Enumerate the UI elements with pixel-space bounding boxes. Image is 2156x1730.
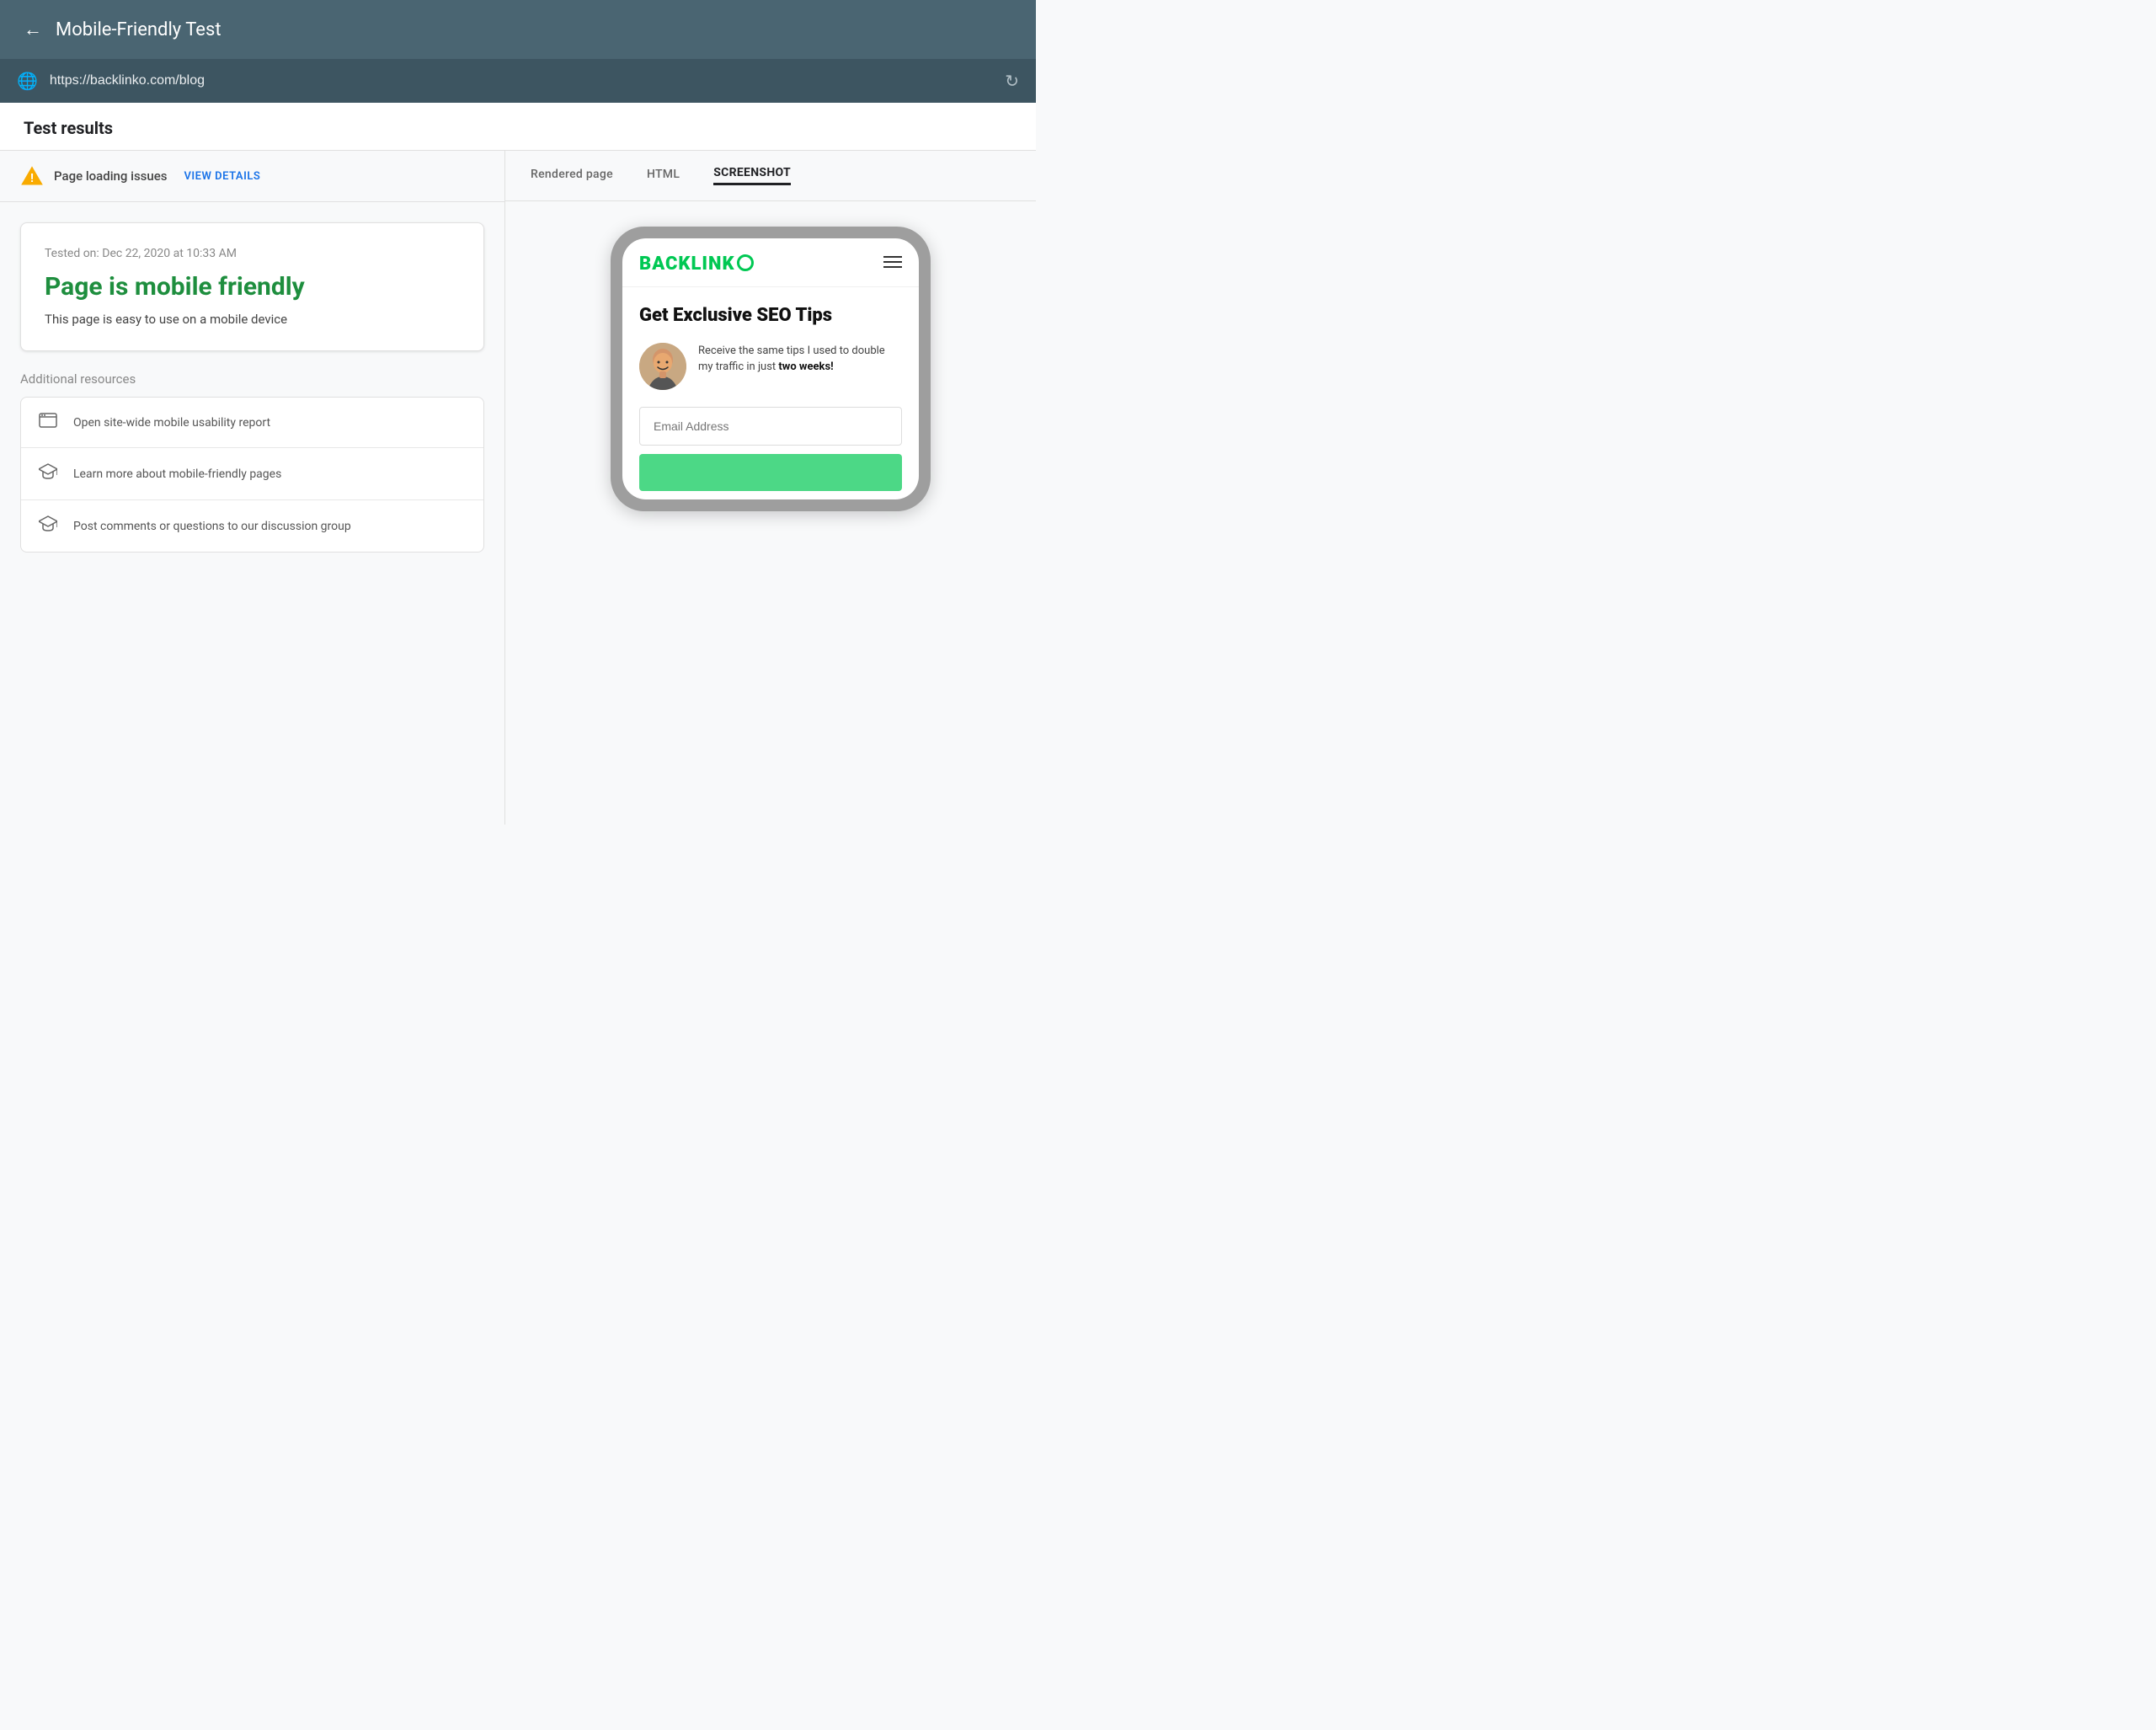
issues-text: Page loading issues bbox=[54, 168, 167, 184]
logo-o-circle bbox=[737, 254, 754, 271]
phone-area: BACKLINK Get Exclusive SEO Tips bbox=[505, 201, 1036, 537]
cta-button[interactable] bbox=[639, 454, 902, 491]
phone-headline: Get Exclusive SEO Tips bbox=[639, 304, 902, 328]
refresh-icon[interactable]: ↻ bbox=[1005, 71, 1019, 91]
main-content: ! Page loading issues VIEW DETAILS Teste… bbox=[0, 151, 1036, 825]
test-date: Tested on: Dec 22, 2020 at 10:33 AM bbox=[45, 247, 460, 260]
app-title: Mobile-Friendly Test bbox=[56, 19, 221, 40]
svg-text:!: ! bbox=[30, 172, 34, 185]
issues-bar: ! Page loading issues VIEW DETAILS bbox=[0, 151, 504, 202]
right-panel: Rendered page HTML SCREENSHOT BACKLINK bbox=[505, 151, 1036, 825]
phone-content: Get Exclusive SEO Tips bbox=[622, 287, 919, 499]
left-panel: ! Page loading issues VIEW DETAILS Teste… bbox=[0, 151, 505, 825]
result-card: Tested on: Dec 22, 2020 at 10:33 AM Page… bbox=[20, 222, 484, 351]
graduation-icon-1 bbox=[38, 463, 58, 484]
warning-icon: ! bbox=[20, 164, 44, 188]
browser-icon bbox=[38, 413, 58, 432]
tab-rendered-page[interactable]: Rendered page bbox=[531, 168, 613, 184]
resource-text-0: Open site-wide mobile usability report bbox=[73, 416, 270, 430]
app-header: ← Mobile-Friendly Test bbox=[0, 0, 1036, 59]
mobile-friendly-desc: This page is easy to use on a mobile dev… bbox=[45, 312, 460, 327]
additional-resources-label: Additional resources bbox=[20, 371, 484, 387]
back-button[interactable]: ← bbox=[24, 19, 42, 40]
resource-text-2: Post comments or questions to our discus… bbox=[73, 520, 351, 533]
hamburger-icon bbox=[883, 255, 902, 273]
phone-nav: BACKLINK bbox=[622, 238, 919, 287]
resource-item-1[interactable]: Learn more about mobile-friendly pages bbox=[21, 448, 483, 500]
resources-list: Open site-wide mobile usability report L… bbox=[20, 397, 484, 553]
phone-author-row: Receive the same tips I used to double m… bbox=[639, 343, 902, 390]
test-results-heading: Test results bbox=[0, 103, 1036, 151]
mobile-friendly-title: Page is mobile friendly bbox=[45, 272, 460, 302]
view-details-link[interactable]: VIEW DETAILS bbox=[184, 170, 260, 183]
tab-screenshot[interactable]: SCREENSHOT bbox=[713, 166, 791, 185]
right-tabs: Rendered page HTML SCREENSHOT bbox=[505, 151, 1036, 201]
email-address-input[interactable] bbox=[639, 407, 902, 446]
url-bar: 🌐 ↻ bbox=[0, 59, 1036, 103]
tab-html[interactable]: HTML bbox=[647, 168, 680, 184]
phone-avatar bbox=[639, 343, 686, 390]
resource-item-0[interactable]: Open site-wide mobile usability report bbox=[21, 398, 483, 448]
graduation-icon-2 bbox=[38, 515, 58, 537]
resource-text-1: Learn more about mobile-friendly pages bbox=[73, 467, 281, 481]
url-input[interactable] bbox=[50, 73, 993, 88]
phone-mockup: BACKLINK Get Exclusive SEO Tips bbox=[611, 227, 931, 511]
backlinko-logo: BACKLINK bbox=[639, 254, 754, 275]
resource-item-2[interactable]: Post comments or questions to our discus… bbox=[21, 500, 483, 552]
additional-resources: Additional resources Open site-wide mobi… bbox=[0, 371, 504, 573]
phone-screen: BACKLINK Get Exclusive SEO Tips bbox=[622, 238, 919, 499]
globe-icon: 🌐 bbox=[17, 71, 38, 91]
phone-author-text: Receive the same tips I used to double m… bbox=[698, 343, 902, 376]
